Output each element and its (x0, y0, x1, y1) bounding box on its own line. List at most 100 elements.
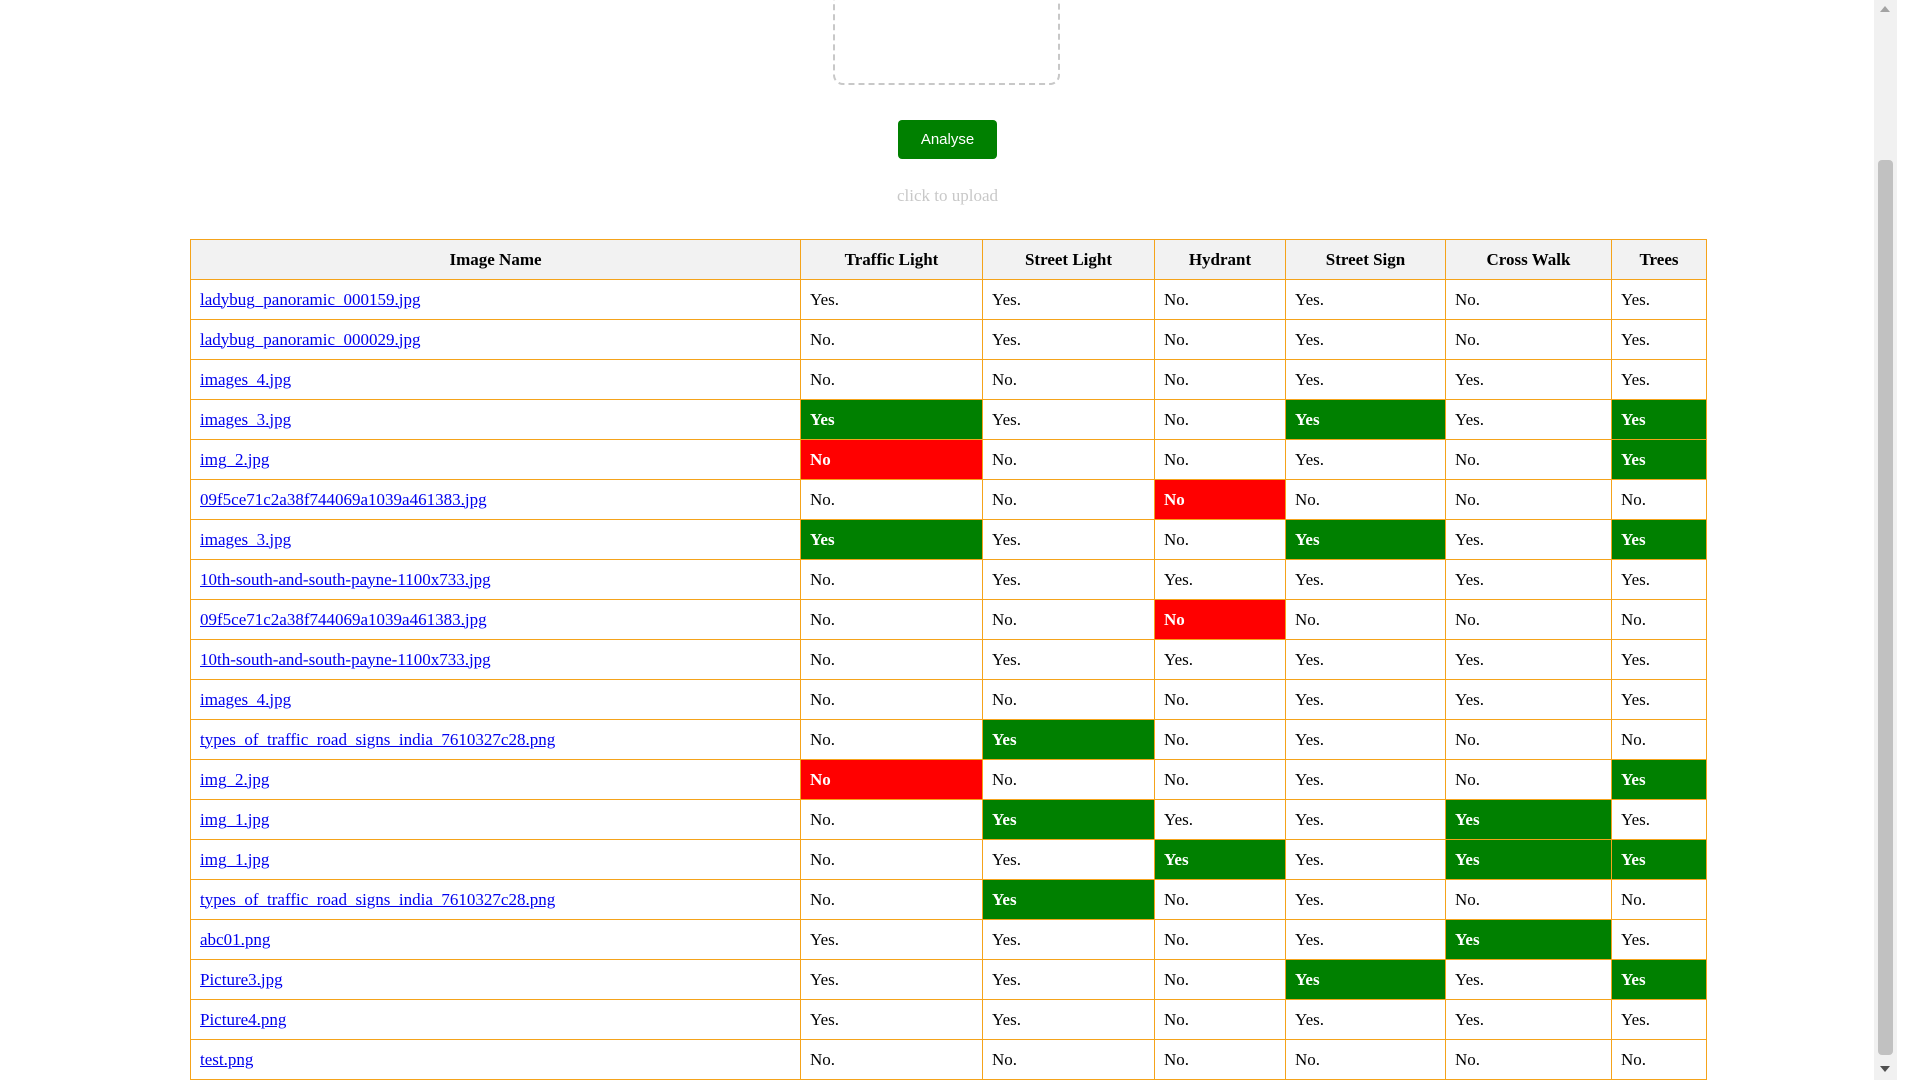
image-link[interactable]: img_2.jpg (200, 450, 269, 469)
cell-hydrant: No. (1154, 359, 1286, 400)
column-header-hydrant: Hydrant (1154, 239, 1286, 280)
cell-cross-walk: Yes. (1445, 679, 1612, 720)
cell-hydrant: No. (1154, 399, 1286, 440)
image-link[interactable]: ladybug_panoramic_000029.jpg (200, 330, 421, 349)
cell-street-light: No. (982, 679, 1155, 720)
image-link[interactable]: Picture4.png (200, 1010, 286, 1029)
cell-hydrant: No. (1154, 879, 1286, 920)
cell-trees: Yes. (1611, 279, 1707, 320)
cell-trees: No. (1611, 599, 1707, 640)
cell-hydrant: No. (1154, 519, 1286, 560)
cell-street-sign: Yes. (1285, 719, 1446, 760)
cell-traffic-light: Yes (800, 519, 983, 560)
table-row: img_1.jpg No. Yes Yes. Yes. Yes Yes. (190, 799, 1707, 840)
table-row: images_3.jpg Yes Yes. No. Yes Yes. Yes (190, 399, 1707, 440)
scroll-up-arrow-icon[interactable] (1880, 6, 1890, 12)
cell-hydrant: Yes. (1154, 799, 1286, 840)
image-link[interactable]: ladybug_panoramic_000159.jpg (200, 290, 421, 309)
cell-street-light: Yes (982, 799, 1155, 840)
cell-street-sign: No. (1285, 599, 1446, 640)
cell-traffic-light: Yes. (800, 919, 983, 960)
cell-street-sign: Yes. (1285, 999, 1446, 1040)
cell-hydrant: No. (1154, 1039, 1286, 1080)
cell-street-light: No. (982, 359, 1155, 400)
image-link[interactable]: 10th-south-and-south-payne-1100x733.jpg (200, 650, 491, 669)
cell-trees: Yes. (1611, 919, 1707, 960)
cell-trees: Yes. (1611, 359, 1707, 400)
image-link[interactable]: abc01.png (200, 930, 270, 949)
image-link[interactable]: img_1.jpg (200, 850, 269, 869)
cell-cross-walk: No. (1445, 719, 1612, 760)
cell-traffic-light: No. (800, 679, 983, 720)
image-link[interactable]: img_2.jpg (200, 770, 269, 789)
cell-street-sign: Yes. (1285, 759, 1446, 800)
vertical-scrollbar[interactable] (1874, 0, 1897, 1080)
cell-street-light: No. (982, 439, 1155, 480)
scroll-thumb[interactable] (1878, 160, 1893, 1055)
cell-traffic-light: No (800, 439, 983, 480)
table-row: ladybug_panoramic_000029.jpg No. Yes. No. Ye… (190, 319, 1707, 360)
cell-trees: Yes (1611, 439, 1707, 480)
cell-traffic-light: No. (800, 719, 983, 760)
image-link[interactable]: 09f5ce71c2a38f744069a1039a461383.jpg (200, 490, 487, 509)
cell-street-light: Yes (982, 879, 1155, 920)
image-link[interactable]: Picture3.jpg (200, 970, 283, 989)
cell-traffic-light: No. (800, 639, 983, 680)
cell-hydrant: No. (1154, 759, 1286, 800)
cell-hydrant: No. (1154, 319, 1286, 360)
cell-hydrant: No. (1154, 679, 1286, 720)
cell-street-light: No. (982, 759, 1155, 800)
analyse-button[interactable]: Analyse (898, 120, 997, 159)
image-link[interactable]: types_of_traffic_road_signs_india_761032… (200, 730, 555, 749)
cell-cross-walk: No. (1445, 479, 1612, 520)
cell-traffic-light: No. (800, 599, 983, 640)
image-link[interactable]: 10th-south-and-south-payne-1100x733.jpg (200, 570, 491, 589)
image-name-cell: images_3.jpg (190, 519, 801, 560)
cell-hydrant: No. (1154, 439, 1286, 480)
results-table: Image Name Traffic Light Street Light Hy… (190, 239, 1707, 1080)
cell-street-light: Yes (982, 719, 1155, 760)
cell-street-sign: Yes. (1285, 799, 1446, 840)
table-row: 09f5ce71c2a38f744069a1039a461383.jpg No. N… (190, 479, 1707, 520)
image-link[interactable]: 09f5ce71c2a38f744069a1039a461383.jpg (200, 610, 487, 629)
cell-trees: Yes (1611, 759, 1707, 800)
cell-hydrant: No (1154, 599, 1286, 640)
cell-cross-walk: Yes (1445, 799, 1612, 840)
cell-street-light: Yes. (982, 399, 1155, 440)
cell-street-light: Yes. (982, 999, 1155, 1040)
cell-street-light: No. (982, 479, 1155, 520)
table-row: abc01.png Yes. Yes. No. Yes. Yes Yes. (190, 919, 1707, 960)
upload-dropzone[interactable] (833, 0, 1060, 85)
cell-street-sign: Yes. (1285, 839, 1446, 880)
cell-street-sign: Yes. (1285, 679, 1446, 720)
image-name-cell: 09f5ce71c2a38f744069a1039a461383.jpg (190, 599, 801, 640)
cell-cross-walk: No. (1445, 279, 1612, 320)
cell-traffic-light: No (800, 759, 983, 800)
image-name-cell: img_2.jpg (190, 439, 801, 480)
cell-traffic-light: No. (800, 839, 983, 880)
scroll-down-arrow-icon[interactable] (1880, 1066, 1890, 1072)
cell-cross-walk: No. (1445, 319, 1612, 360)
cell-street-sign: Yes. (1285, 639, 1446, 680)
image-name-cell: img_1.jpg (190, 839, 801, 880)
cell-hydrant: No. (1154, 719, 1286, 760)
cell-cross-walk: Yes (1445, 919, 1612, 960)
cell-hydrant: No. (1154, 279, 1286, 320)
cell-cross-walk: No. (1445, 879, 1612, 920)
table-row: 10th-south-and-south-payne-1100x733.jpg N… (190, 559, 1707, 600)
table-row: types_of_traffic_road_signs_india_761032… (190, 879, 1707, 920)
image-link[interactable]: types_of_traffic_road_signs_india_761032… (200, 890, 555, 909)
cell-cross-walk: No. (1445, 439, 1612, 480)
image-link[interactable]: images_3.jpg (200, 410, 291, 429)
image-link[interactable]: images_4.jpg (200, 370, 291, 389)
image-link[interactable]: images_3.jpg (200, 530, 291, 549)
cell-cross-walk: Yes. (1445, 399, 1612, 440)
image-link[interactable]: images_4.jpg (200, 690, 291, 709)
image-link[interactable]: img_1.jpg (200, 810, 269, 829)
image-link[interactable]: test.png (200, 1050, 253, 1069)
image-name-cell: images_4.jpg (190, 679, 801, 720)
cell-hydrant: No. (1154, 999, 1286, 1040)
table-row: images_3.jpg Yes Yes. No. Yes Yes. Yes (190, 519, 1707, 560)
cell-street-sign: Yes. (1285, 919, 1446, 960)
cell-street-sign: Yes (1285, 959, 1446, 1000)
